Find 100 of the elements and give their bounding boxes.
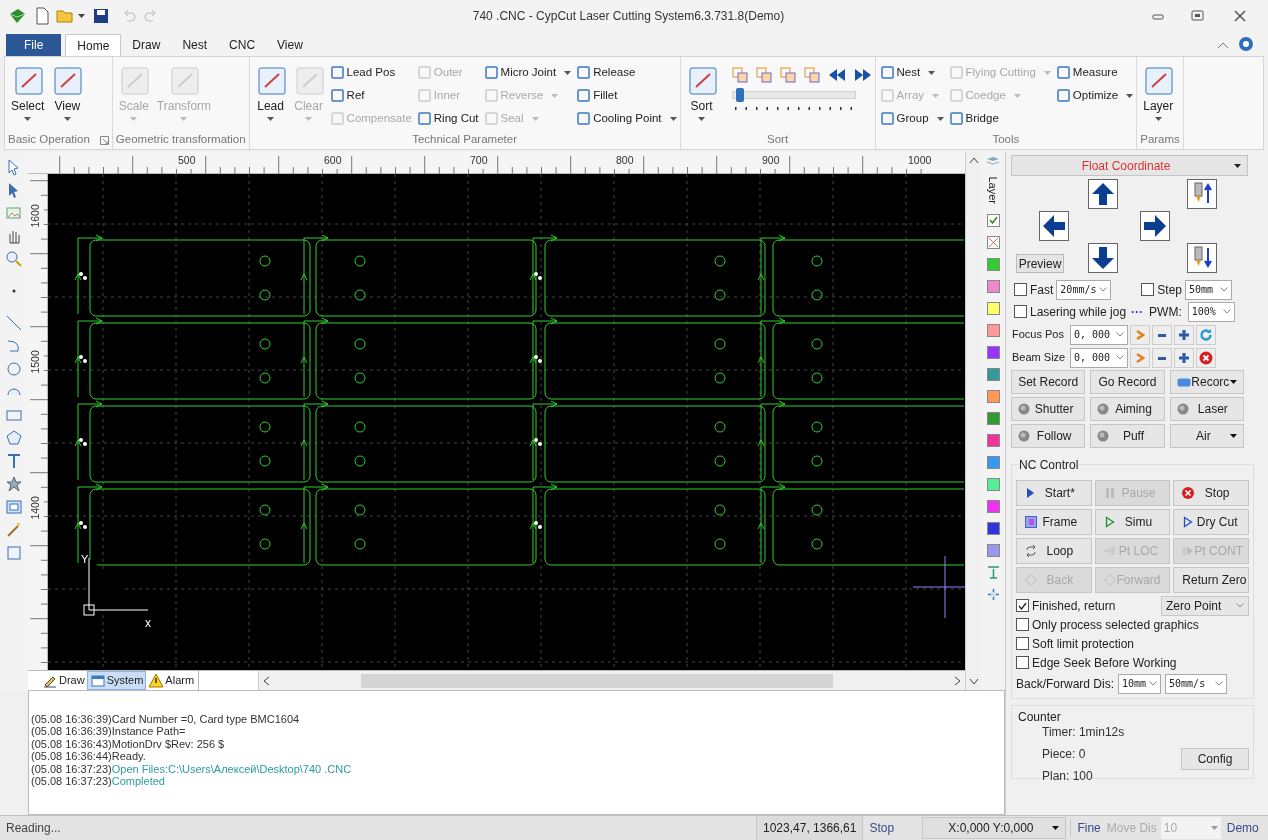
ribbon-button[interactable]: Release bbox=[577, 61, 677, 84]
ribbon-button[interactable]: Sort bbox=[683, 57, 720, 123]
more-button[interactable]: ··· bbox=[1131, 302, 1144, 321]
coordinate-dropdown[interactable]: Float Coordinate bbox=[1011, 155, 1248, 176]
layer-swatch[interactable] bbox=[986, 280, 1000, 293]
control-button[interactable]: Stop bbox=[1173, 480, 1249, 506]
ribbon-button[interactable]: Fillet bbox=[577, 84, 677, 107]
arrow-right-button[interactable] bbox=[1140, 211, 1170, 241]
layer-swatch[interactable] bbox=[986, 478, 1000, 491]
ribbon-button[interactable]: Lead Pos bbox=[330, 61, 412, 84]
checkbox[interactable] bbox=[1016, 618, 1029, 631]
record-button[interactable]: Shutter bbox=[1011, 397, 1086, 421]
arrow-up-button[interactable] bbox=[1088, 179, 1118, 209]
increase-button[interactable] bbox=[1174, 324, 1194, 345]
clear-button[interactable] bbox=[1196, 347, 1216, 368]
record-button[interactable]: Air bbox=[1169, 424, 1244, 448]
ribbon-button[interactable]: Layer bbox=[1140, 57, 1177, 123]
speed-select[interactable]: 20mm/s bbox=[1056, 279, 1112, 300]
decrease-button[interactable] bbox=[1152, 347, 1172, 368]
step-button[interactable] bbox=[1130, 347, 1150, 368]
ribbon-tab[interactable]: Home bbox=[65, 34, 122, 56]
picture-icon[interactable] bbox=[5, 204, 23, 222]
record-button[interactable]: Aiming bbox=[1090, 397, 1165, 421]
overlapping-squares-icon[interactable] bbox=[731, 67, 748, 83]
zoom-icon[interactable] bbox=[5, 250, 23, 268]
ribbon-button[interactable]: Optimize bbox=[1056, 84, 1134, 107]
control-button[interactable]: Dry Cut bbox=[1173, 509, 1249, 535]
layer-swatch[interactable] bbox=[986, 346, 1000, 359]
overlapping-squares-icon[interactable] bbox=[779, 67, 796, 83]
layer-swatch[interactable] bbox=[986, 258, 1000, 271]
layer-swatch[interactable] bbox=[986, 434, 1000, 447]
record-button[interactable]: Laser bbox=[1169, 397, 1244, 421]
frame-icon[interactable] bbox=[5, 498, 23, 516]
zero-point-select[interactable]: Zero Point bbox=[1161, 595, 1249, 616]
value-select[interactable]: 0, 000 bbox=[1070, 324, 1128, 345]
checkbox[interactable] bbox=[1014, 283, 1027, 296]
ribbon-button[interactable]: Cooling Point bbox=[577, 107, 677, 130]
layer-swatch[interactable] bbox=[986, 456, 1000, 469]
ribbon-button[interactable]: Ring Cut bbox=[417, 107, 479, 130]
file-tab[interactable]: File bbox=[6, 34, 62, 56]
control-button[interactable]: Loop bbox=[1016, 538, 1092, 564]
text-tool-icon[interactable] bbox=[5, 452, 23, 470]
pwm-select[interactable]: 100% bbox=[1187, 301, 1235, 322]
new-file-icon[interactable] bbox=[34, 7, 50, 25]
ribbon-button[interactable]: Bridge bbox=[949, 107, 1051, 130]
circle-icon[interactable] bbox=[5, 360, 23, 378]
scroll-down-icon[interactable] bbox=[968, 678, 979, 686]
save-icon[interactable] bbox=[93, 8, 109, 24]
layer-swatch[interactable] bbox=[986, 522, 1000, 535]
collapse-ribbon-icon[interactable] bbox=[1216, 40, 1230, 50]
layer-swatch[interactable] bbox=[986, 412, 1000, 425]
panel-tab[interactable]: Draw bbox=[40, 671, 87, 690]
refresh-button[interactable] bbox=[1196, 324, 1216, 345]
ribbon-button[interactable]: Lead bbox=[252, 57, 289, 123]
checkbox[interactable] bbox=[1016, 599, 1029, 612]
ribbon-button[interactable]: Micro Joint bbox=[484, 61, 572, 84]
dialog-launcher-icon[interactable] bbox=[99, 135, 109, 145]
ribbon-button[interactable]: Nest bbox=[880, 61, 944, 84]
ribbon-button[interactable]: Group bbox=[880, 107, 944, 130]
polygon-icon[interactable] bbox=[5, 429, 23, 447]
value-select[interactable]: 0, 000 bbox=[1070, 347, 1128, 368]
speed-select[interactable]: 50mm/s bbox=[1165, 673, 1228, 694]
ribbon-button[interactable]: View bbox=[49, 57, 86, 123]
ribbon-tab[interactable]: Draw bbox=[121, 34, 172, 56]
layer-swatch[interactable] bbox=[986, 390, 1000, 403]
layer-swatch[interactable] bbox=[986, 368, 1000, 381]
layer-swatch[interactable] bbox=[986, 544, 1000, 557]
scroll-up-icon[interactable] bbox=[968, 156, 979, 164]
overlapping-squares-icon[interactable] bbox=[755, 67, 772, 83]
panel-tab[interactable]: System bbox=[86, 671, 147, 690]
cross-icon[interactable] bbox=[986, 236, 1000, 249]
record-button[interactable]: Go Record bbox=[1090, 370, 1165, 394]
panel-tab[interactable]: Alarm bbox=[146, 671, 197, 690]
record-button[interactable]: Recorc bbox=[1169, 370, 1244, 394]
layer-swatch[interactable] bbox=[986, 500, 1000, 513]
record-button[interactable]: Set Record bbox=[1011, 370, 1086, 394]
app-icon[interactable] bbox=[8, 8, 26, 24]
checkbox[interactable] bbox=[1016, 656, 1029, 669]
distribute-icon[interactable] bbox=[986, 588, 1000, 601]
preview-button[interactable]: Preview bbox=[1016, 254, 1064, 273]
align-icon[interactable] bbox=[986, 566, 1000, 579]
ribbon-tab[interactable]: CNC bbox=[218, 34, 267, 56]
help-icon[interactable] bbox=[1238, 36, 1254, 52]
control-button[interactable]: Simu bbox=[1094, 509, 1171, 535]
fast-forward-icon[interactable] bbox=[853, 68, 872, 82]
control-button[interactable]: Frame bbox=[1016, 509, 1092, 535]
ribbon-button[interactable]: Measure bbox=[1056, 61, 1134, 84]
ribbon-button[interactable]: Select bbox=[8, 57, 48, 123]
control-button[interactable]: Return Zero bbox=[1173, 567, 1249, 593]
layer-swatch[interactable] bbox=[986, 324, 1000, 337]
rewind-icon[interactable] bbox=[827, 68, 846, 82]
arrow-left-button[interactable] bbox=[1039, 211, 1069, 241]
line-icon[interactable] bbox=[5, 314, 23, 332]
arrow-down-button[interactable] bbox=[1088, 243, 1118, 273]
check-icon[interactable] bbox=[986, 214, 1000, 227]
step-button[interactable] bbox=[1130, 324, 1150, 345]
record-button[interactable]: Follow bbox=[1011, 424, 1086, 448]
wand-icon[interactable] bbox=[5, 521, 23, 539]
open-folder-icon[interactable] bbox=[56, 8, 74, 24]
increase-button[interactable] bbox=[1174, 347, 1194, 368]
